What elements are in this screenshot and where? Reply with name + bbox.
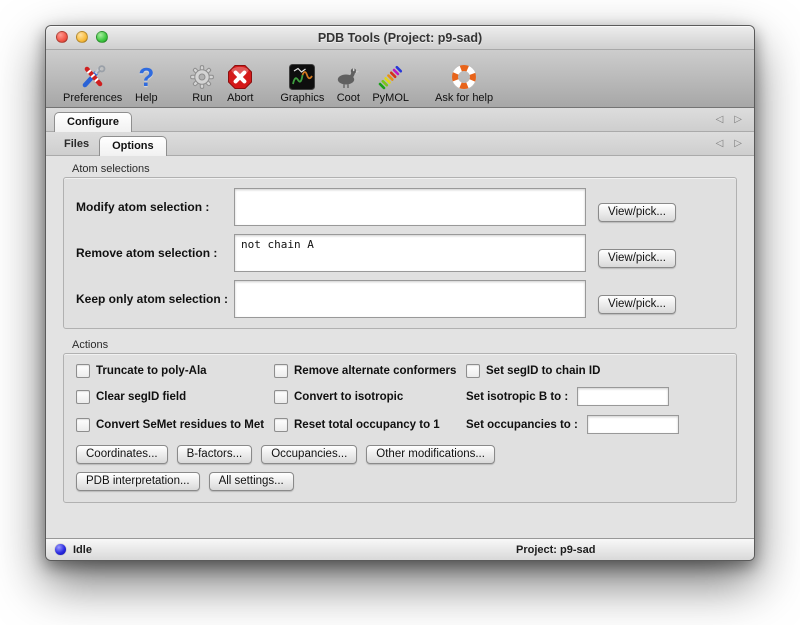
run-gear-icon: [188, 63, 216, 91]
lifebuoy-icon: [450, 63, 478, 91]
tab-scroll-arrows: ◁ ▷: [716, 139, 742, 149]
set-occupancies-field: Set occupancies to :: [466, 415, 724, 434]
graphics-icon: [288, 63, 316, 91]
coordinates-button[interactable]: Coordinates...: [76, 445, 168, 464]
keep-only-selection-input[interactable]: [234, 280, 586, 318]
status-text: Idle: [73, 544, 92, 556]
abort-icon: [226, 63, 254, 91]
toolbar-label: Help: [135, 92, 158, 104]
title-bar: PDB Tools (Project: p9-sad): [46, 26, 754, 50]
remove-viewpick-button[interactable]: View/pick...: [598, 249, 676, 268]
checkbox-label: Convert SeMet residues to Met: [96, 419, 264, 431]
checkbox-label: Set segID to chain ID: [486, 365, 600, 377]
set-occupancies-label: Set occupancies to :: [466, 419, 578, 431]
toolbar-item-ask-for-help[interactable]: Ask for help: [430, 63, 498, 104]
toolbar-label: PyMOL: [372, 92, 409, 104]
toolbar-item-pymol[interactable]: PyMOL: [367, 63, 414, 104]
checkbox-icon: [274, 418, 288, 432]
remove-selection-input[interactable]: not chain A: [234, 234, 586, 272]
preferences-icon: [79, 63, 107, 91]
close-button[interactable]: [56, 31, 68, 43]
toolbar-item-help[interactable]: ? Help: [127, 63, 165, 104]
modify-selection-input[interactable]: [234, 188, 586, 226]
checkbox-icon: [76, 364, 90, 378]
checkbox-remove-alternate-conformers[interactable]: Remove alternate conformers: [274, 364, 466, 378]
remove-selection-row: Remove atom selection : not chain A View…: [64, 230, 736, 276]
actions-button-row-1: Coordinates... B-factors... Occupancies.…: [64, 440, 736, 466]
keep-only-viewpick-button[interactable]: View/pick...: [598, 295, 676, 314]
toolbar-item-abort[interactable]: Abort: [221, 63, 259, 104]
toolbar-label: Ask for help: [435, 92, 493, 104]
other-modifications-button[interactable]: Other modifications...: [366, 445, 495, 464]
toolbar-label: Coot: [337, 92, 360, 104]
help-icon: ?: [132, 63, 160, 91]
tab-scroll-right-icon[interactable]: ▷: [734, 139, 742, 149]
checkbox-label: Clear segID field: [96, 391, 186, 403]
checkbox-clear-segid-field[interactable]: Clear segID field: [76, 390, 274, 404]
checkbox-icon: [76, 390, 90, 404]
actions-group-title: Actions: [72, 339, 737, 351]
checkbox-icon: [76, 418, 90, 432]
project-label: Project: p9-sad: [516, 544, 595, 556]
checkbox-label: Convert to isotropic: [294, 391, 403, 403]
tab-scroll-left-icon[interactable]: ◁: [716, 115, 724, 125]
all-settings-button[interactable]: All settings...: [209, 472, 294, 491]
toolbar-item-graphics[interactable]: Graphics: [275, 63, 329, 104]
checkbox-convert-semet-to-met[interactable]: Convert SeMet residues to Met: [76, 418, 274, 432]
minimize-button[interactable]: [76, 31, 88, 43]
app-window: PDB Tools (Project: p9-sad) Preferences …: [45, 25, 755, 561]
pymol-icon: [377, 63, 405, 91]
tab-bar-main: Configure ◁ ▷: [46, 108, 754, 132]
checkbox-set-segid-to-chain-id[interactable]: Set segID to chain ID: [466, 364, 724, 378]
status-indicator-icon: [55, 544, 66, 555]
tab-scroll-right-icon[interactable]: ▷: [734, 115, 742, 125]
atom-selections-group-title: Atom selections: [72, 163, 737, 175]
set-isotropic-b-field: Set isotropic B to :: [466, 387, 724, 406]
set-occupancies-input[interactable]: [587, 415, 679, 434]
checkbox-reset-total-occupancy[interactable]: Reset total occupancy to 1: [274, 418, 466, 432]
set-isotropic-b-label: Set isotropic B to :: [466, 391, 568, 403]
tab-files[interactable]: Files: [54, 135, 99, 155]
tab-scroll-left-icon[interactable]: ◁: [716, 139, 724, 149]
actions-button-row-2: PDB interpretation... All settings...: [64, 466, 736, 502]
window-title: PDB Tools (Project: p9-sad): [46, 31, 754, 45]
zoom-button[interactable]: [96, 31, 108, 43]
actions-group: Truncate to poly-Ala Remove alternate co…: [63, 353, 737, 503]
checkbox-convert-to-isotropic[interactable]: Convert to isotropic: [274, 390, 466, 404]
checkbox-label: Remove alternate conformers: [294, 365, 456, 377]
toolbar-item-run[interactable]: Run: [183, 63, 221, 104]
modify-selection-row: Modify atom selection : View/pick...: [64, 178, 736, 230]
toolbar-label: Preferences: [63, 92, 122, 104]
toolbar-label: Graphics: [280, 92, 324, 104]
checkbox-icon: [274, 364, 288, 378]
modify-selection-label: Modify atom selection :: [76, 200, 234, 214]
occupancies-button[interactable]: Occupancies...: [261, 445, 357, 464]
window-controls: [56, 31, 108, 43]
toolbar: Preferences ? Help R: [46, 50, 754, 108]
status-bar: Idle Project: p9-sad: [46, 538, 754, 560]
checkbox-icon: [274, 390, 288, 404]
tab-scroll-arrows: ◁ ▷: [716, 115, 742, 125]
coot-bird-icon: [334, 63, 362, 91]
pdb-interpretation-button[interactable]: PDB interpretation...: [76, 472, 200, 491]
checkbox-label: Truncate to poly-Ala: [96, 365, 207, 377]
tab-options[interactable]: Options: [99, 136, 167, 156]
tab-bar-sub: Files Options ◁ ▷: [46, 132, 754, 156]
keep-only-selection-row: Keep only atom selection : View/pick...: [64, 276, 736, 328]
set-isotropic-b-input[interactable]: [577, 387, 669, 406]
checkbox-truncate-poly-ala[interactable]: Truncate to poly-Ala: [76, 364, 274, 378]
toolbar-item-coot[interactable]: Coot: [329, 63, 367, 104]
tab-configure[interactable]: Configure: [54, 112, 132, 132]
checkbox-icon: [466, 364, 480, 378]
atom-selections-group: Modify atom selection : View/pick... Rem…: [63, 177, 737, 329]
keep-only-selection-label: Keep only atom selection :: [76, 292, 234, 306]
toolbar-item-preferences[interactable]: Preferences: [58, 63, 127, 104]
checkbox-label: Reset total occupancy to 1: [294, 419, 440, 431]
toolbar-label: Abort: [227, 92, 253, 104]
remove-selection-label: Remove atom selection :: [76, 246, 234, 260]
options-panel: Atom selections Modify atom selection : …: [46, 156, 754, 538]
b-factors-button[interactable]: B-factors...: [177, 445, 253, 464]
toolbar-label: Run: [192, 92, 212, 104]
modify-viewpick-button[interactable]: View/pick...: [598, 203, 676, 222]
